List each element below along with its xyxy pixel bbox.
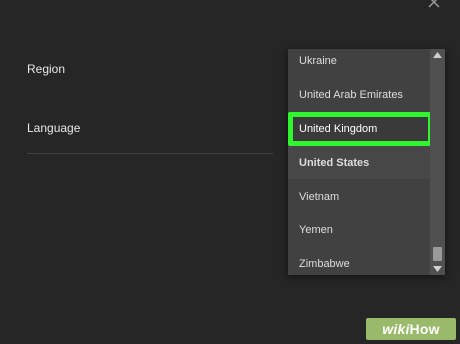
- option-united-arab-emirates[interactable]: United Arab Emirates: [288, 78, 430, 111]
- close-icon[interactable]: [426, 0, 442, 10]
- option-label: Vietnam: [299, 190, 340, 203]
- watermark-part2: How: [409, 321, 440, 337]
- scroll-thumb[interactable]: [433, 247, 442, 261]
- option-ukraine[interactable]: Ukraine: [288, 49, 430, 77]
- chevron-down-icon[interactable]: [430, 263, 445, 275]
- region-dropdown-list[interactable]: Ukraine United Arab Emirates United King…: [288, 49, 445, 275]
- option-label: United Arab Emirates: [299, 88, 403, 101]
- option-united-states[interactable]: United States: [288, 146, 430, 179]
- wikihow-watermark: wiki How: [366, 318, 456, 340]
- divider: [27, 153, 273, 154]
- option-label: Yemen: [299, 223, 333, 236]
- option-label: Ukraine: [299, 54, 337, 67]
- option-label: Zimbabwe: [299, 257, 350, 270]
- option-zimbabwe[interactable]: Zimbabwe: [288, 247, 430, 275]
- option-yemen[interactable]: Yemen: [288, 213, 430, 246]
- option-label: United States: [299, 156, 370, 169]
- watermark-part1: wiki: [382, 321, 410, 337]
- highlighted-option-label[interactable]: United Kingdom: [299, 112, 377, 146]
- option-vietnam[interactable]: Vietnam: [288, 180, 430, 213]
- dropdown-options: Ukraine United Arab Emirates United King…: [288, 49, 430, 275]
- chevron-up-icon[interactable]: [430, 49, 445, 61]
- region-label: Region: [27, 62, 66, 76]
- scrollbar[interactable]: [430, 49, 445, 275]
- language-label: Language: [27, 121, 81, 135]
